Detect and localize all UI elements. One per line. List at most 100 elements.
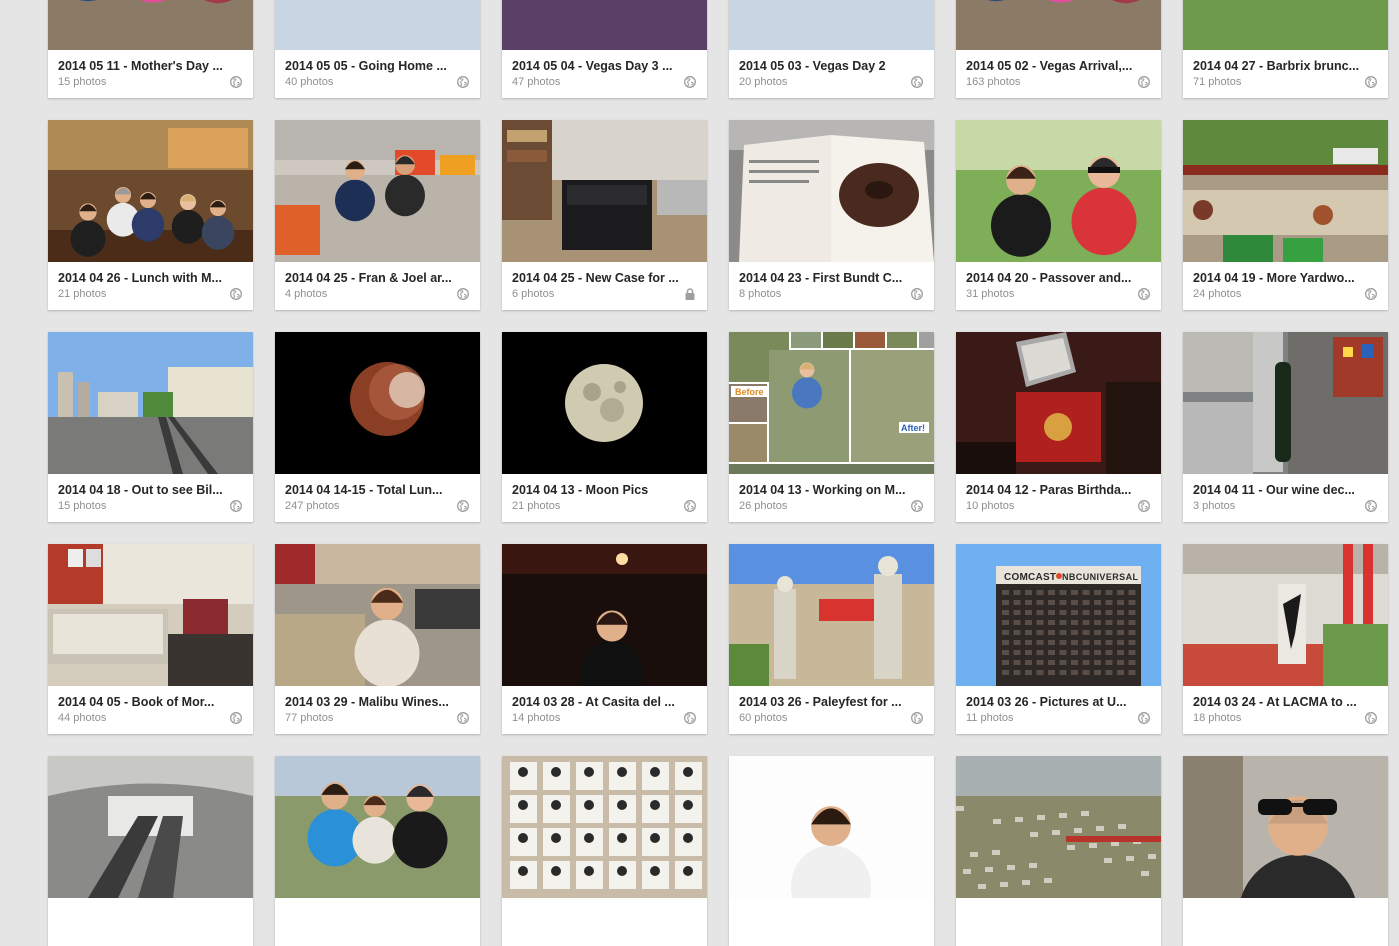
- svg-text:COMCAST: COMCAST: [1004, 572, 1056, 583]
- album-cover-image[interactable]: [275, 756, 480, 898]
- svg-text:NBCUNIVERSAL: NBCUNIVERSAL: [1062, 572, 1139, 582]
- album-title[interactable]: 2014 04 20 - Passover and...: [966, 271, 1141, 285]
- album-cover-image[interactable]: [48, 0, 253, 50]
- album-card[interactable]: [1183, 756, 1388, 946]
- album-title[interactable]: 2014 04 14-15 - Total Lun...: [285, 483, 460, 497]
- album-cover-image[interactable]: [1183, 544, 1388, 686]
- album-card[interactable]: 2014 04 27 - Barbrix brunc... 71 photos: [1183, 0, 1388, 98]
- album-cover-image[interactable]: [275, 120, 480, 262]
- album-card[interactable]: 2014 04 11 - Our wine dec... 3 photos: [1183, 332, 1388, 522]
- album-photo-count: 10 photos: [966, 500, 1015, 512]
- album-cover-image[interactable]: [956, 120, 1161, 262]
- album-cover-image[interactable]: [502, 544, 707, 686]
- album-card[interactable]: 2014 04 13 - Moon Pics 21 photos: [502, 332, 707, 522]
- album-card[interactable]: 2014 04 25 - Fran & Joel ar... 4 photos: [275, 120, 480, 310]
- album-card[interactable]: 2014 04 12 - Paras Birthda... 10 photos: [956, 332, 1161, 522]
- album-card[interactable]: 2014 04 23 - First Bundt C... 8 photos: [729, 120, 934, 310]
- album-card[interactable]: 2014 04 26 - Lunch with M... 21 photos: [48, 120, 253, 310]
- album-cover-image[interactable]: [956, 332, 1161, 474]
- album-title[interactable]: 2014 04 13 - Moon Pics: [512, 483, 687, 497]
- album-title[interactable]: 2014 03 26 - Pictures at U...: [966, 695, 1141, 709]
- album-card[interactable]: 2014 04 19 - More Yardwo... 24 photos: [1183, 120, 1388, 310]
- album-cover-image[interactable]: [275, 544, 480, 686]
- album-photo-count: 163 photos: [966, 76, 1021, 88]
- album-title[interactable]: 2014 04 26 - Lunch with M...: [58, 271, 233, 285]
- album-cover-image[interactable]: [502, 756, 707, 898]
- album-card[interactable]: Before After! 2014 04 13 - Working on M..…: [729, 332, 934, 522]
- album-photo-count: 247 photos: [285, 500, 340, 512]
- album-title[interactable]: 2014 04 05 - Book of Mor...: [58, 695, 233, 709]
- album-cover-image[interactable]: [48, 544, 253, 686]
- album-title[interactable]: 2014 04 27 - Barbrix brunc...: [1193, 59, 1368, 73]
- album-cover-image[interactable]: [956, 0, 1161, 50]
- album-card[interactable]: 2014 03 28 - At Casita del ... 14 photos: [502, 544, 707, 734]
- album-card[interactable]: 2014 05 11 - Mother's Day ... 15 photos: [48, 0, 253, 98]
- public-globe-icon: [684, 712, 696, 724]
- album-cover-image[interactable]: [48, 120, 253, 262]
- album-card[interactable]: 2014 04 05 - Book of Mor... 44 photos: [48, 544, 253, 734]
- album-cover-image[interactable]: [48, 332, 253, 474]
- album-photo-count: 24 photos: [1193, 288, 1242, 300]
- album-card[interactable]: 2014 04 20 - Passover and... 31 photos: [956, 120, 1161, 310]
- album-card[interactable]: 2014 04 18 - Out to see Bil... 15 photos: [48, 332, 253, 522]
- album-card[interactable]: 2014 05 03 - Vegas Day 2 20 photos: [729, 0, 934, 98]
- album-title[interactable]: 2014 04 23 - First Bundt C...: [739, 271, 914, 285]
- public-globe-icon: [230, 500, 242, 512]
- album-card[interactable]: [48, 756, 253, 946]
- album-cover-image[interactable]: [502, 120, 707, 262]
- album-photo-count: 18 photos: [1193, 712, 1242, 724]
- album-cover-image[interactable]: [1183, 332, 1388, 474]
- album-title[interactable]: 2014 03 28 - At Casita del ...: [512, 695, 687, 709]
- album-cover-image[interactable]: [1183, 120, 1388, 262]
- album-title[interactable]: 2014 04 25 - New Case for ...: [512, 271, 687, 285]
- album-title[interactable]: 2014 04 18 - Out to see Bil...: [58, 483, 233, 497]
- album-cover-image[interactable]: [1183, 0, 1388, 50]
- album-card[interactable]: [275, 756, 480, 946]
- album-cover-image[interactable]: [729, 544, 934, 686]
- album-card[interactable]: [502, 756, 707, 946]
- album-card[interactable]: 2014 04 14-15 - Total Lun... 247 photos: [275, 332, 480, 522]
- album-card[interactable]: 2014 05 05 - Going Home ... 40 photos: [275, 0, 480, 98]
- album-photo-count: 60 photos: [739, 712, 788, 724]
- album-title[interactable]: 2014 04 13 - Working on M...: [739, 483, 914, 497]
- album-card[interactable]: [729, 756, 934, 946]
- album-card[interactable]: 2014 03 29 - Malibu Wines... 77 photos: [275, 544, 480, 734]
- album-title[interactable]: 2014 03 26 - Paleyfest for ...: [739, 695, 914, 709]
- album-cover-image[interactable]: [275, 332, 480, 474]
- album-title[interactable]: 2014 04 11 - Our wine dec...: [1193, 483, 1368, 497]
- album-card[interactable]: 2014 04 25 - New Case for ... 6 photos: [502, 120, 707, 310]
- album-title[interactable]: 2014 04 19 - More Yardwo...: [1193, 271, 1368, 285]
- album-cover-image[interactable]: [729, 120, 934, 262]
- album-card[interactable]: 2014 03 26 - Paleyfest for ... 60 photos: [729, 544, 934, 734]
- album-cover-image[interactable]: [729, 0, 934, 50]
- public-globe-icon: [230, 712, 242, 724]
- album-title[interactable]: 2014 04 25 - Fran & Joel ar...: [285, 271, 460, 285]
- public-globe-icon: [684, 76, 696, 88]
- public-globe-icon: [911, 500, 923, 512]
- album-card[interactable]: COMCAST NBCUNIVERSAL 2014 03 26 - Pictur…: [956, 544, 1161, 734]
- album-title[interactable]: 2014 03 29 - Malibu Wines...: [285, 695, 460, 709]
- album-title[interactable]: 2014 05 05 - Going Home ...: [285, 59, 460, 73]
- album-title[interactable]: 2014 05 11 - Mother's Day ...: [58, 59, 233, 73]
- album-title[interactable]: 2014 04 12 - Paras Birthda...: [966, 483, 1141, 497]
- album-cover-image[interactable]: [1183, 756, 1388, 898]
- album-card[interactable]: 2014 03 24 - At LACMA to ... 18 photos: [1183, 544, 1388, 734]
- album-cover-image[interactable]: [956, 756, 1161, 898]
- album-photo-count: 15 photos: [58, 76, 107, 88]
- public-globe-icon: [457, 500, 469, 512]
- album-cover-image[interactable]: Before After!: [729, 332, 934, 474]
- album-card[interactable]: 2014 05 04 - Vegas Day 3 ... 47 photos: [502, 0, 707, 98]
- album-cover-image[interactable]: [502, 332, 707, 474]
- album-card[interactable]: 2014 05 02 - Vegas Arrival,... 163 photos: [956, 0, 1161, 98]
- album-cover-image[interactable]: [48, 756, 253, 898]
- album-cover-image[interactable]: COMCAST NBCUNIVERSAL: [956, 544, 1161, 686]
- album-photo-count: 6 photos: [512, 288, 555, 300]
- album-title[interactable]: 2014 05 02 - Vegas Arrival,...: [966, 59, 1141, 73]
- album-cover-image[interactable]: [502, 0, 707, 50]
- album-cover-image[interactable]: [275, 0, 480, 50]
- album-card[interactable]: [956, 756, 1161, 946]
- album-cover-image[interactable]: [729, 756, 934, 898]
- album-title[interactable]: 2014 05 04 - Vegas Day 3 ...: [512, 59, 687, 73]
- album-title[interactable]: 2014 03 24 - At LACMA to ...: [1193, 695, 1368, 709]
- album-title[interactable]: 2014 05 03 - Vegas Day 2: [739, 59, 914, 73]
